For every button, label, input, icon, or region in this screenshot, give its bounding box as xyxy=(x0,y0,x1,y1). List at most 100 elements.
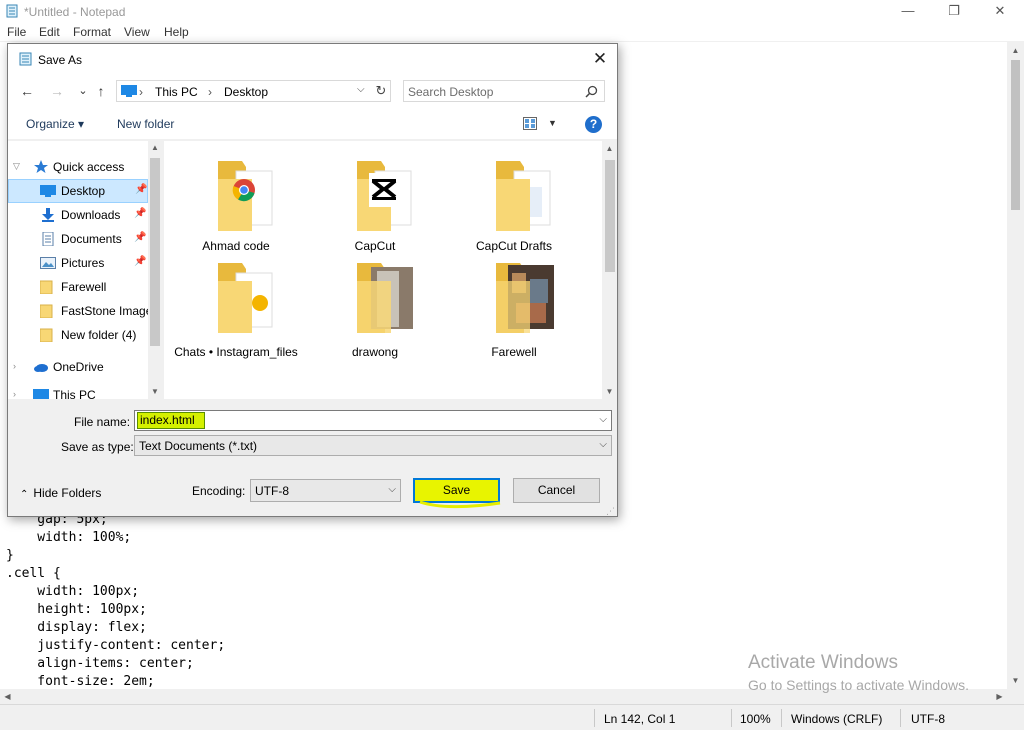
close-button[interactable]: ✕ xyxy=(977,0,1023,23)
nav-item-faststone-image[interactable]: FastStone Image xyxy=(8,299,152,323)
scroll-right-icon[interactable]: ▶ xyxy=(992,689,1007,704)
nav-scrollbar[interactable]: ▲ ▼ xyxy=(148,141,162,399)
file-name: CapCut xyxy=(354,239,396,253)
nav-item-documents[interactable]: Documents 📌 xyxy=(8,227,148,251)
hide-folders-button[interactable]: ⌃ Hide Folders xyxy=(20,486,101,500)
chevron-down-icon[interactable]: ⌵ xyxy=(599,439,607,450)
view-options-icon[interactable] xyxy=(523,117,537,130)
address-row: ← → ⌄ ↑ › This PC › Desktop ⌵ ↻ xyxy=(8,74,617,108)
save-as-type-value: Text Documents (*.txt) xyxy=(139,439,258,453)
menu-format[interactable]: Format xyxy=(73,25,111,39)
navigation-pane: ▽ Quick access Desktop 📌 Downloads 📌 Doc… xyxy=(8,141,162,399)
scroll-up-icon[interactable]: ▲ xyxy=(602,141,617,156)
chevron-down-icon[interactable]: ▽ xyxy=(13,161,20,172)
scroll-left-icon[interactable]: ◀ xyxy=(0,689,15,704)
cancel-button[interactable]: Cancel xyxy=(513,478,600,503)
activate-windows-subtitle: Go to Settings to activate Windows. xyxy=(748,677,969,693)
menu-help[interactable]: Help xyxy=(164,25,189,39)
encoding-select[interactable]: UTF-8 ⌵ xyxy=(250,479,401,502)
save-as-type-select[interactable]: Text Documents (*.txt) ⌵ xyxy=(134,435,612,456)
status-separator xyxy=(900,709,901,727)
help-icon[interactable]: ? xyxy=(585,116,602,133)
notepad-icon xyxy=(19,52,32,66)
scroll-thumb[interactable] xyxy=(150,158,160,346)
forward-arrow-icon[interactable]: → xyxy=(48,82,66,100)
restore-button[interactable]: ❐ xyxy=(931,0,977,23)
scroll-thumb[interactable] xyxy=(605,160,615,272)
menu-view[interactable]: View xyxy=(124,25,150,39)
chevron-right-icon[interactable]: › xyxy=(13,361,16,371)
file-name: drawong xyxy=(351,345,399,359)
dialog-close-button[interactable]: ✕ xyxy=(583,44,617,74)
file-item-farewell[interactable]: Farewell xyxy=(454,259,574,377)
download-icon xyxy=(42,208,54,222)
nav-item-onedrive[interactable]: › OneDrive xyxy=(8,355,148,379)
notepad-titlebar: *Untitled - Notepad — ❐ ✕ xyxy=(0,0,1024,23)
save-as-dialog: Save As ✕ ← → ⌄ ↑ › This PC › Desktop ⌵ … xyxy=(7,43,618,517)
chevron-down-icon[interactable]: ⌵ xyxy=(599,414,607,425)
resize-grip-icon[interactable]: ⋰ xyxy=(606,506,615,517)
status-encoding: UTF-8 xyxy=(911,712,945,726)
nav-item-pictures[interactable]: Pictures 📌 xyxy=(8,251,148,275)
file-name: Ahmad code xyxy=(202,239,270,253)
code-line: width: 100%; xyxy=(6,530,132,545)
file-item-capcut-drafts[interactable]: CapCut Drafts xyxy=(454,141,574,259)
file-item-ahmad-code[interactable]: Ahmad code xyxy=(176,141,296,259)
pin-icon: 📌 xyxy=(134,232,147,243)
notepad-icon xyxy=(6,4,18,18)
address-bar[interactable]: › This PC › Desktop ⌵ xyxy=(116,80,376,102)
scroll-down-icon[interactable]: ▼ xyxy=(602,384,617,399)
desktop-icon xyxy=(40,185,56,197)
this-pc-icon xyxy=(121,85,137,97)
menu-edit[interactable]: Edit xyxy=(39,25,60,39)
pc-icon xyxy=(33,389,49,399)
cloud-icon xyxy=(34,364,48,372)
file-item-drawong[interactable]: drawong xyxy=(315,259,435,377)
folder-icon xyxy=(40,304,53,318)
folder-icon xyxy=(496,161,551,231)
organize-button[interactable]: Organize ▾ xyxy=(26,117,84,131)
nav-item-desktop[interactable]: Desktop 📌 xyxy=(8,179,148,203)
file-name-label: File name: xyxy=(74,415,131,429)
chevron-down-icon[interactable]: ⌵ xyxy=(388,484,396,495)
chevron-down-icon[interactable]: ⌵ xyxy=(357,84,365,95)
menu-bar: File Edit Format View Help xyxy=(0,23,1024,42)
new-folder-button[interactable]: New folder xyxy=(117,117,174,131)
breadcrumb-desktop[interactable]: Desktop xyxy=(224,85,268,99)
scroll-up-icon[interactable]: ▲ xyxy=(1007,42,1024,59)
folder-icon xyxy=(357,263,413,333)
refresh-icon[interactable]: ↻ xyxy=(372,80,391,102)
file-item-capcut[interactable]: CapCut xyxy=(315,141,435,259)
code-line: width: 100px; xyxy=(6,584,140,599)
nav-item-quick-access[interactable]: ▽ Quick access xyxy=(8,155,148,179)
search-box xyxy=(403,80,605,102)
nav-item-farewell[interactable]: Farewell xyxy=(8,275,148,299)
pin-icon: 📌 xyxy=(135,184,148,195)
nav-item-new-folder-4[interactable]: New folder (4) xyxy=(8,323,148,347)
menu-file[interactable]: File xyxy=(7,25,26,39)
back-arrow-icon[interactable]: ← xyxy=(18,82,36,100)
up-arrow-icon[interactable]: ↑ xyxy=(92,82,110,100)
breadcrumb-separator: › xyxy=(139,85,143,99)
file-name-input[interactable]: index.html ⌵ xyxy=(134,410,612,431)
star-icon xyxy=(34,160,48,173)
code-line: .cell { xyxy=(6,566,61,581)
breadcrumb-this-pc[interactable]: This PC xyxy=(155,85,198,99)
minimize-button[interactable]: — xyxy=(885,0,931,23)
file-item-chats-instagram-files[interactable]: Chats • Instagram_files xyxy=(174,259,298,377)
dialog-titlebar: Save As ✕ xyxy=(8,44,617,74)
search-input[interactable] xyxy=(408,84,578,99)
scroll-down-icon[interactable]: ▼ xyxy=(1007,672,1024,689)
search-icon[interactable] xyxy=(585,85,598,98)
file-list-scrollbar[interactable]: ▲ ▼ xyxy=(602,141,617,399)
view-dropdown-icon[interactable]: ▼ xyxy=(548,118,557,128)
editor-vertical-scrollbar[interactable]: ▲ ▼ xyxy=(1007,42,1024,689)
nav-item-this-pc[interactable]: › This PC xyxy=(8,383,148,399)
nav-item-downloads[interactable]: Downloads 📌 xyxy=(8,203,148,227)
scroll-up-icon[interactable]: ▲ xyxy=(148,141,162,155)
status-bar: Ln 142, Col 1 100% Windows (CRLF) UTF-8 xyxy=(0,704,1024,730)
scroll-down-icon[interactable]: ▼ xyxy=(148,385,162,399)
recent-locations-chevron-icon[interactable]: ⌄ xyxy=(74,82,92,100)
scroll-thumb[interactable] xyxy=(1011,60,1020,210)
chevron-right-icon[interactable]: › xyxy=(13,389,16,399)
